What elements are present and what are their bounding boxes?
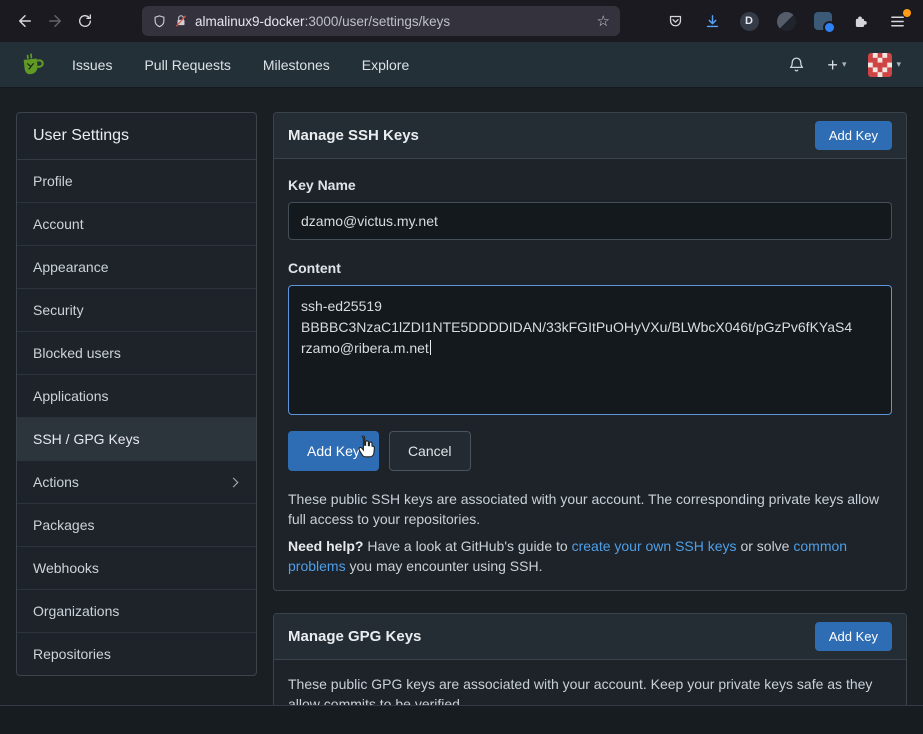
user-menu-button[interactable]: ▾ [868, 53, 901, 77]
gitea-navbar: Issues Pull Requests Milestones Explore … [0, 42, 923, 88]
manage-ssh-keys-card: Manage SSH Keys Add Key Key Name Content… [273, 112, 907, 591]
pocket-icon[interactable] [663, 9, 687, 33]
sidebar-item-blocked-users[interactable]: Blocked users [17, 332, 256, 375]
forward-icon [46, 12, 64, 30]
sidebar-item-account[interactable]: Account [17, 203, 256, 246]
browser-toolbar: almalinux9-docker:3000/user/settings/key… [0, 0, 923, 42]
create-ssh-keys-link[interactable]: create your own SSH keys [572, 538, 737, 554]
toolbar-right-icons: D [663, 9, 913, 33]
ssh-card-header: Manage SSH Keys Add Key [274, 113, 906, 159]
sidebar-item-packages[interactable]: Packages [17, 504, 256, 547]
sidebar-item-appearance[interactable]: Appearance [17, 246, 256, 289]
gpg-add-key-header-button[interactable]: Add Key [815, 622, 892, 651]
url-path: :3000/user/settings/keys [305, 14, 451, 29]
sidebar-title: User Settings [17, 113, 256, 160]
form-buttons: Add Key Cancel [288, 431, 892, 471]
settings-page: User Settings Profile Account Appearance… [0, 88, 923, 734]
sidebar-item-organizations[interactable]: Organizations [17, 590, 256, 633]
gpg-card-title: Manage GPG Keys [288, 628, 421, 645]
back-icon [16, 12, 34, 30]
duckduckgo-extension-icon[interactable]: D [737, 9, 761, 33]
chevron-down-icon: ▾ [842, 59, 847, 70]
nav-pull-requests[interactable]: Pull Requests [144, 57, 230, 73]
sidebar-item-applications[interactable]: Applications [17, 375, 256, 418]
ssh-card-title: Manage SSH Keys [288, 127, 419, 144]
settings-main: Manage SSH Keys Add Key Key Name Content… [273, 112, 907, 734]
sidebar-item-profile[interactable]: Profile [17, 160, 256, 203]
cancel-button[interactable]: Cancel [389, 431, 471, 471]
url-host: almalinux9-docker [195, 14, 305, 29]
navbar-links: Issues Pull Requests Milestones Explore [72, 57, 409, 73]
badge-glyph [814, 12, 832, 30]
url-bar[interactable]: almalinux9-docker:3000/user/settings/key… [142, 6, 620, 36]
extensions-puzzle-icon[interactable] [848, 9, 872, 33]
ssh-card-body: Key Name Content ssh-ed25519 BBBBC3NzaC1… [274, 159, 906, 590]
ssh-content-textarea[interactable]: ssh-ed25519 BBBBC3NzaC1lZDI1NTE5DDDDIDAN… [288, 285, 892, 415]
page-footer [0, 705, 923, 734]
text-caret [430, 340, 432, 355]
nav-milestones[interactable]: Milestones [263, 57, 330, 73]
back-button[interactable] [10, 6, 40, 36]
notifications-bell-icon[interactable] [788, 56, 805, 73]
gpg-card-header: Manage GPG Keys Add Key [274, 614, 906, 660]
need-help-label: Need help? [288, 538, 363, 554]
ssh-keys-description: These public SSH keys are associated wit… [288, 489, 892, 530]
extension-d-glyph: D [740, 12, 759, 31]
add-key-submit-button[interactable]: Add Key [288, 431, 379, 471]
nav-issues[interactable]: Issues [72, 57, 112, 73]
extension-with-badge-icon[interactable] [811, 9, 835, 33]
key-name-input[interactable] [288, 202, 892, 240]
ssh-add-key-header-button[interactable]: Add Key [815, 121, 892, 150]
chevron-right-icon [229, 477, 239, 487]
refresh-icon [77, 13, 93, 29]
ssh-content-text: ssh-ed25519 BBBBC3NzaC1lZDI1NTE5DDDDIDAN… [301, 298, 852, 356]
url-text: almalinux9-docker:3000/user/settings/key… [195, 14, 590, 29]
refresh-button[interactable] [70, 6, 100, 36]
sidebar-item-webhooks[interactable]: Webhooks [17, 547, 256, 590]
download-icon[interactable] [700, 9, 724, 33]
chevron-down-icon: ▾ [896, 59, 901, 70]
sidebar-item-security[interactable]: Security [17, 289, 256, 332]
sidebar-item-ssh-gpg-keys[interactable]: SSH / GPG Keys [17, 418, 256, 461]
nav-explore[interactable]: Explore [362, 57, 409, 73]
forward-button[interactable] [40, 6, 70, 36]
darkreader-extension-icon[interactable] [774, 9, 798, 33]
bookmark-star-icon[interactable]: ☆ [597, 12, 610, 30]
gitea-logo[interactable] [18, 50, 48, 80]
ssh-help-text: Need help? Have a look at GitHub's guide… [288, 536, 892, 577]
navbar-right: + ▾ ▾ [788, 53, 905, 77]
key-name-label: Key Name [288, 177, 892, 193]
create-new-button[interactable]: + ▾ [827, 56, 846, 74]
screen: almalinux9-docker:3000/user/settings/key… [0, 0, 923, 734]
half-moon-glyph [777, 12, 796, 31]
sidebar-item-repositories[interactable]: Repositories [17, 633, 256, 675]
insecure-lock-icon[interactable] [174, 14, 188, 28]
sidebar-item-actions[interactable]: Actions [17, 461, 256, 504]
content-label: Content [288, 260, 892, 276]
menu-icon[interactable] [885, 9, 909, 33]
tracking-protection-shield-icon[interactable] [152, 14, 167, 29]
user-avatar [868, 53, 892, 77]
settings-sidebar: User Settings Profile Account Appearance… [16, 112, 257, 676]
plus-icon: + [827, 56, 838, 74]
